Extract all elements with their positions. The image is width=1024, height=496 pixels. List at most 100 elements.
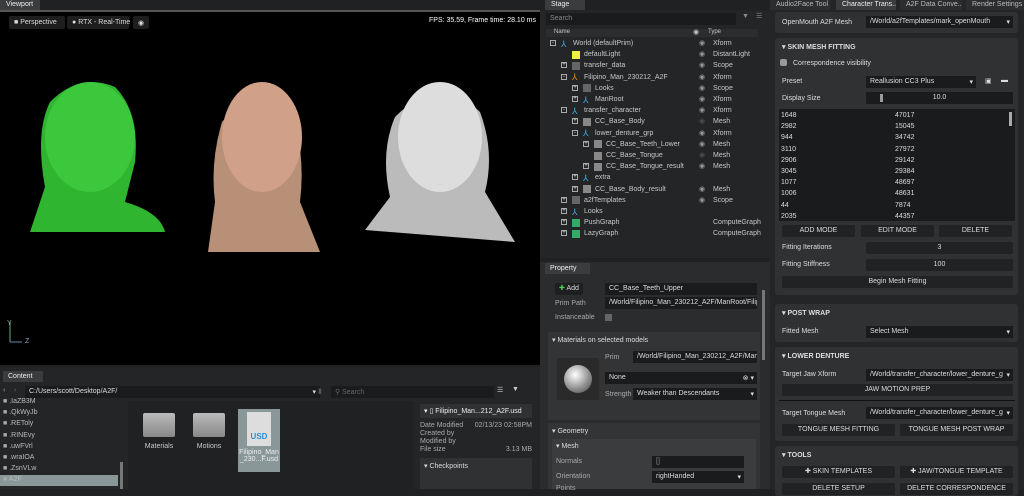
tongue-mesh-select[interactable]: /World/transfer_character/lower_denture_… [866, 407, 1013, 419]
geometry-header[interactable]: ▾ Geometry [552, 427, 588, 435]
visibility-icon[interactable]: ◉ [699, 94, 705, 105]
save-icon[interactable]: ▣ [985, 77, 992, 85]
visibility-icon[interactable]: ◉ [699, 128, 705, 139]
folder-tree-item[interactable]: ■ .IaZB3M [0, 397, 118, 408]
material-prim-field[interactable]: /World/Filipino_Man_230212_A2F/ManRoot [633, 351, 757, 363]
folder-tree-item[interactable]: ■ .REToly [0, 419, 118, 430]
openmouth-select[interactable]: /World/a2fTemplates/mark_openMouth ▾ [866, 16, 1013, 28]
stage-row[interactable]: + PushGraph ComputeGraph [546, 217, 768, 228]
denture-header[interactable]: ▾ LOWER DENTURE [782, 352, 849, 360]
iterations-field[interactable]: 3 [866, 242, 1013, 254]
folder-tree-item[interactable]: ■ .wraIOA [0, 453, 118, 464]
stage-search-input[interactable]: Search [546, 13, 736, 25]
folder-item-motions[interactable]: Motions [188, 413, 230, 450]
expand-icon[interactable]: + [572, 84, 578, 91]
expand-icon[interactable]: + [561, 219, 567, 226]
tab-audio2face-tool[interactable]: Audio2Face Tool [770, 0, 830, 10]
material-select[interactable]: None ⊗ ▾ [605, 372, 757, 384]
collapse-icon[interactable]: - [561, 107, 567, 114]
tab-viewport[interactable]: Viewport [0, 0, 40, 10]
collapse-icon[interactable]: - [561, 73, 567, 80]
collapse-icon[interactable]: - [550, 40, 556, 46]
expand-icon[interactable]: + [561, 62, 567, 69]
orientation-select[interactable]: rightHanded ▾ [652, 471, 744, 483]
prim-path-field[interactable]: /World/Filipino_Man_230212_A2F/ManRoot/F… [605, 297, 757, 309]
checkpoints-section[interactable]: ▾ Checkpoints [420, 458, 532, 489]
stage-row[interactable]: defaultLight ◉ DistantLight [546, 49, 768, 60]
materials-header[interactable]: ▾ Materials on selected models [552, 336, 648, 344]
stage-row[interactable]: + transfer_data ◉ Scope [546, 60, 768, 71]
jaw-xform-select[interactable]: /World/transfer_character/lower_denture_… [866, 369, 1013, 381]
clear-icon[interactable]: ⊗ ▾ [743, 374, 754, 382]
stage-row[interactable]: + ⅄ extra [546, 172, 768, 183]
visibility-icon[interactable]: ◉ [699, 195, 705, 206]
visibility-icon[interactable]: ◉ [699, 161, 705, 172]
visibility-icon[interactable]: ◉ [699, 49, 705, 60]
property-scrollbar[interactable] [762, 290, 765, 360]
expand-icon[interactable]: + [583, 163, 589, 170]
collapse-icon[interactable]: - [572, 129, 578, 136]
expand-icon[interactable]: + [572, 174, 578, 181]
expand-icon[interactable]: + [572, 118, 578, 125]
tab-character-transfer[interactable]: Character Trans... [836, 0, 896, 10]
jaw-motion-prep-button[interactable]: JAW MOTION PREP [782, 384, 1013, 396]
visibility-icon[interactable]: ◉ [699, 38, 705, 49]
tab-a2f-data-conversion[interactable]: A2F Data Conve... [900, 0, 962, 10]
visibility-icon[interactable]: ◉ [699, 83, 705, 94]
list-scrollbar[interactable] [1009, 112, 1012, 126]
folder-tree-item[interactable]: ■ .ZsnVLw [0, 464, 118, 475]
visibility-icon[interactable]: ◉ [699, 105, 705, 116]
expand-icon[interactable]: + [583, 140, 589, 147]
stage-row[interactable]: CC_Base_Tongue ◉ Mesh [546, 150, 768, 161]
display-size-slider[interactable]: 10.0 [866, 92, 1013, 104]
file-item-usd[interactable]: USD Filipino_Man_230...F.usd [238, 409, 280, 472]
tab-stage[interactable]: Stage [545, 0, 585, 10]
expand-icon[interactable]: + [561, 230, 567, 237]
delete-correspondence-button[interactable]: DELETE CORRESPONDENCE [900, 483, 1013, 495]
edit-mode-button[interactable]: EDIT MODE [861, 225, 934, 237]
postwrap-header[interactable]: ▾ POST WRAP [782, 309, 830, 317]
expand-icon[interactable]: + [572, 96, 578, 102]
content-search-input[interactable]: ⚲ Search [331, 386, 494, 398]
stage-row[interactable]: + a2fTemplates ◉ Scope [546, 195, 768, 206]
stage-row[interactable]: - ⅄ transfer_character ◉ Xform [546, 105, 768, 116]
add-mode-button[interactable]: ADD MODE [782, 225, 855, 237]
tab-property[interactable]: Property [545, 263, 590, 274]
jaw-tongue-template-button[interactable]: ✚ JAW/TONGUE TEMPLATE [900, 466, 1013, 478]
slider-handle[interactable] [880, 94, 883, 102]
tongue-mesh-post-wrap-button[interactable]: TONGUE MESH POST WRAP [900, 424, 1013, 436]
list-view-icon[interactable]: ☰ [497, 386, 503, 394]
stage-row[interactable]: + CC_Base_Body_result ◉ Mesh [546, 184, 768, 195]
file-info-header[interactable]: ▾ ▯ Filipino_Man...212_A2F.usd [420, 404, 532, 418]
delete-setup-button[interactable]: DELETE SETUP [782, 483, 895, 495]
tools-header[interactable]: ▾ TOOLS [782, 451, 811, 459]
stage-row[interactable]: - ⅄ lower_denture_grp ◉ Xform [546, 128, 768, 139]
bookmark-icon[interactable]: ▮ [318, 387, 322, 395]
folder-icon[interactable]: ▬ [1001, 77, 1008, 84]
tab-content[interactable]: Content [3, 371, 43, 382]
stage-row[interactable]: - ⅄ World (defaultPrim) ◉ Xform [546, 38, 768, 49]
viewport[interactable]: ■ Perspective ● RTX - Real-Time ◉ FPS: 3… [0, 10, 540, 365]
expand-icon[interactable]: + [572, 185, 578, 192]
preset-select[interactable]: Reallusion CC3 Plus ▾ [866, 76, 976, 88]
forward-icon[interactable]: › [14, 387, 16, 394]
folder-tree-item[interactable]: ■ .uwFVrl [0, 442, 118, 453]
begin-mesh-fitting-button[interactable]: Begin Mesh Fitting [782, 276, 1013, 288]
stage-row[interactable]: + Looks ◉ Scope [546, 83, 768, 94]
stage-row[interactable]: + CC_Base_Tongue_result ◉ Mesh [546, 161, 768, 172]
instanceable-checkbox[interactable] [605, 314, 612, 321]
delete-button[interactable]: DELETE [939, 225, 1012, 237]
stage-row[interactable]: - ⅄ Filipino_Man_230212_A2F ◉ Xform [546, 72, 768, 83]
filter-icon[interactable]: ▼ [512, 386, 519, 393]
stage-row[interactable]: + ⅄ Looks [546, 206, 768, 217]
expand-icon[interactable]: + [561, 208, 567, 214]
skin-templates-button[interactable]: ✚ SKIN TEMPLATES [782, 466, 895, 478]
fitted-mesh-select[interactable]: Select Mesh ▾ [866, 326, 1013, 338]
tongue-mesh-fitting-button[interactable]: TONGUE MESH FITTING [782, 424, 895, 436]
back-icon[interactable]: ‹ [3, 387, 5, 394]
mesh-header[interactable]: ▾ Mesh [556, 442, 579, 450]
stage-row[interactable]: + LazyGraph ComputeGraph [546, 228, 768, 239]
correspondence-checkbox[interactable] [780, 59, 787, 66]
folder-item-materials[interactable]: Materials [138, 413, 180, 450]
add-button[interactable]: ✚ Add [555, 283, 583, 295]
